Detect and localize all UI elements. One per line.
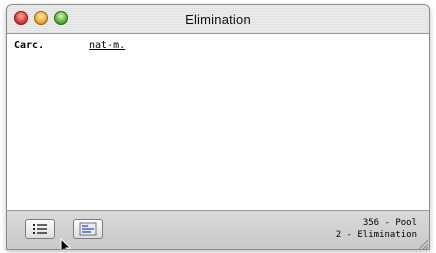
record-label: Carc. bbox=[14, 40, 45, 51]
mouse-pointer-icon bbox=[60, 238, 72, 249]
status-line-elimination: 2 - Elimination bbox=[335, 230, 417, 240]
record-value-link[interactable]: nat-m. bbox=[89, 40, 125, 51]
list-view-button[interactable] bbox=[25, 219, 55, 239]
window: Elimination Carc. nat-m. 356 - Pool 2 - … bbox=[6, 4, 430, 250]
status-text: 356 - Pool 2 - Elimination bbox=[336, 217, 417, 241]
column-view-icon bbox=[79, 222, 97, 236]
list-view-icon bbox=[33, 224, 47, 234]
status-line-pool: 356 - Pool bbox=[362, 218, 417, 228]
bottom-toolbar: 356 - Pool 2 - Elimination bbox=[7, 210, 429, 250]
record-row: Carc. nat-m. bbox=[14, 40, 125, 51]
column-view-button[interactable] bbox=[73, 219, 103, 239]
title-bar[interactable]: Elimination bbox=[7, 5, 429, 34]
window-title: Elimination bbox=[185, 12, 251, 27]
content-area: Carc. nat-m. bbox=[7, 34, 429, 210]
resize-grip-icon[interactable] bbox=[415, 236, 429, 250]
